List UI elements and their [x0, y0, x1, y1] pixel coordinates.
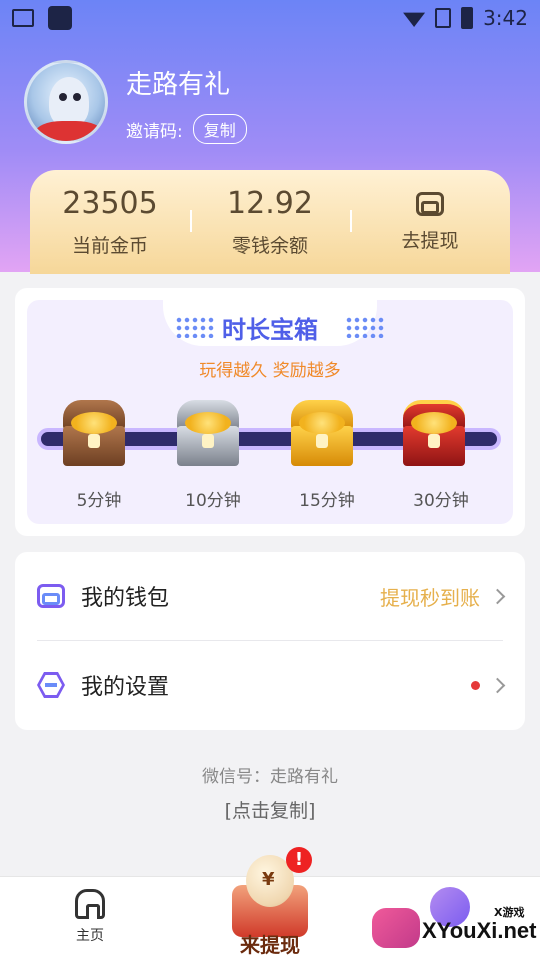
status-time: 3:42	[483, 6, 528, 30]
invite-code-label: 邀请码:	[126, 121, 183, 142]
coins-stat[interactable]: 23505 当前金币	[30, 170, 190, 274]
alert-icon: !	[286, 847, 312, 873]
gamepad-logo-icon	[372, 908, 420, 948]
watermark: X游戏 XYouXi.net	[372, 898, 537, 954]
notification-dot	[471, 680, 480, 690]
balance-stat[interactable]: 12.92 零钱余额	[190, 170, 350, 274]
coins-value: 23505	[62, 186, 158, 221]
menu-card: 我的钱包 提现秒到账 我的设置	[15, 552, 525, 730]
avatar[interactable]	[24, 60, 108, 144]
home-icon	[75, 889, 105, 919]
chest-label-15min: 15分钟	[299, 491, 355, 511]
battery-icon	[461, 7, 474, 29]
chevron-right-icon	[489, 677, 506, 693]
time-chest-card: 时长宝箱 玩得越久 奖励越多 5分钟 10分钟 15分钟 30分钟	[15, 288, 525, 536]
withdraw-stat-button[interactable]: 去提现	[350, 170, 510, 274]
chevron-right-icon	[489, 588, 506, 604]
chest-title: 时长宝箱	[222, 316, 318, 344]
menu-label-wallet: 我的钱包	[81, 586, 170, 611]
app-notification-icon	[48, 6, 72, 30]
coins-label: 当前金币	[71, 235, 148, 257]
tab-withdraw-label: 来提现	[240, 933, 300, 957]
copy-invite-button[interactable]: 复制	[192, 114, 247, 144]
image-notification-icon	[12, 9, 34, 27]
stats-card: 23505 当前金币 12.92 零钱余额 去提现	[30, 170, 510, 274]
wallet-icon	[416, 191, 444, 216]
silver-chest-icon[interactable]	[173, 396, 243, 468]
no-sim-icon	[435, 8, 452, 28]
status-bar: 3:42	[0, 0, 540, 36]
balance-label: 零钱余额	[231, 235, 308, 257]
menu-label-settings: 我的设置	[81, 675, 170, 700]
chest-subtitle: 玩得越久 奖励越多	[199, 361, 341, 381]
tab-home-label: 主页	[76, 928, 104, 944]
chest-label-5min: 5分钟	[76, 491, 122, 511]
chest-label-10min: 10分钟	[185, 491, 241, 511]
chest-label-30min: 30分钟	[413, 491, 469, 511]
watermark-text: XYouXi.net	[422, 918, 537, 943]
balance-value: 12.92	[227, 186, 313, 221]
tab-withdraw[interactable]: ¥ ! 来提现	[222, 847, 318, 957]
menu-item-wallet[interactable]: 我的钱包 提现秒到账	[15, 552, 525, 640]
hexagon-icon	[37, 672, 65, 698]
invite-code-row: 邀请码: 复制	[126, 114, 247, 144]
tab-home[interactable]: 主页	[60, 889, 120, 945]
wallet-icon	[37, 584, 65, 608]
bronze-chest-icon[interactable]	[59, 396, 129, 468]
withdraw-label: 去提现	[401, 229, 459, 252]
username: 走路有礼	[126, 70, 231, 100]
menu-item-settings[interactable]: 我的设置	[15, 641, 525, 729]
yen-icon: ¥	[262, 869, 275, 890]
ruby-chest-icon[interactable]	[399, 396, 469, 468]
gold-chest-icon[interactable]	[287, 396, 357, 468]
wechat-id-text: 微信号：走路有礼	[202, 767, 338, 787]
wallet-hint: 提现秒到账	[380, 585, 480, 610]
wifi-icon	[403, 12, 426, 27]
copy-wechat-link[interactable]: [点击复制]	[0, 796, 540, 823]
